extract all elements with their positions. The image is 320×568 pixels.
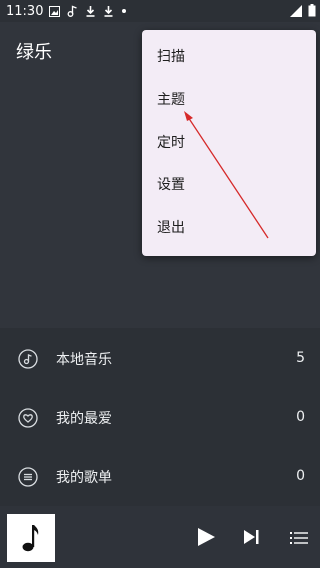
list-item-label: 我的最爱 [56,411,112,427]
music-note-icon [68,5,78,17]
music-note-icon [22,525,39,552]
notification-icons [49,5,127,17]
playlist-icon[interactable] [290,531,308,545]
signal-icon [290,4,302,17]
list-item-count: 0 [296,468,305,484]
list-item-count: 0 [296,409,305,425]
mini-player[interactable] [0,506,320,568]
list-circle-icon [18,467,38,487]
download-icon [86,6,95,17]
battery-icon [308,4,316,17]
menu-item-theme[interactable]: 主题 [157,88,307,112]
list-item-count: 5 [296,350,305,366]
list-item-playlists[interactable]: 我的歌单 0 [0,448,320,506]
download-icon [104,6,113,17]
list-item-label: 本地音乐 [56,352,112,368]
list-item-favorites[interactable]: 我的最爱 0 [0,389,320,447]
status-bar: 11:30 [0,0,320,22]
album-art[interactable] [7,514,55,562]
system-icons [290,4,316,17]
status-time: 11:30 [6,3,44,19]
music-note-circle-icon [18,349,38,369]
list-item-label: 我的歌单 [56,470,112,486]
skip-next-icon[interactable] [243,529,260,545]
menu-item-exit[interactable]: 退出 [157,216,307,240]
play-icon[interactable] [196,527,216,547]
menu-item-scan[interactable]: 扫描 [157,45,307,69]
menu-item-timer[interactable]: 定时 [157,131,307,155]
app-title: 绿乐 [16,42,52,63]
overflow-menu: 扫描 主题 定时 设置 退出 [142,30,316,256]
dot-icon [122,9,127,13]
image-icon [49,5,61,17]
heart-circle-icon [18,408,38,428]
list-item-local-music[interactable]: 本地音乐 5 [0,330,320,388]
menu-item-settings[interactable]: 设置 [157,173,307,197]
